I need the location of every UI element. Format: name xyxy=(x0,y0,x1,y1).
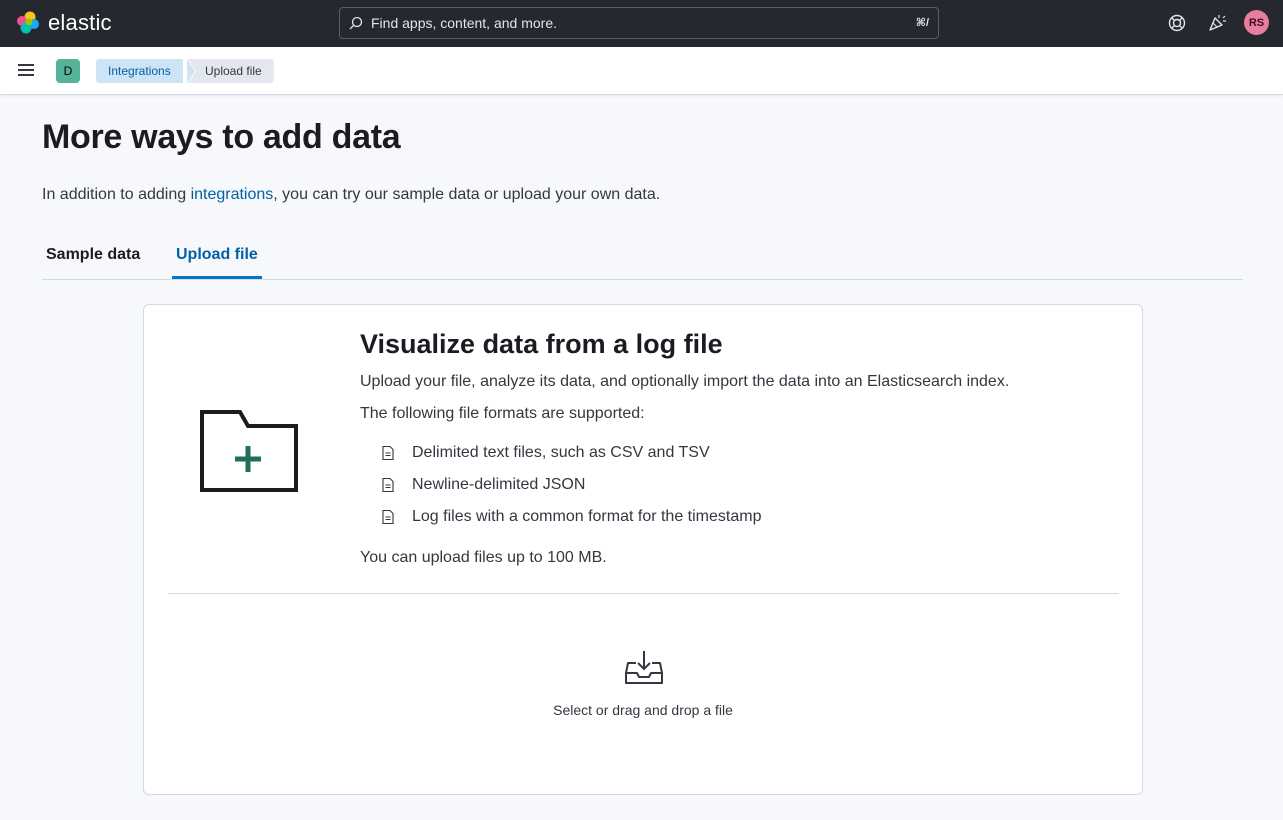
brand-name: elastic xyxy=(48,10,112,35)
elastic-logo[interactable]: elastic xyxy=(16,11,112,35)
hamburger-menu-icon[interactable] xyxy=(16,62,40,80)
global-search[interactable]: ⌘/ xyxy=(339,7,939,39)
list-item: Newline-delimited JSON xyxy=(380,475,585,495)
breadcrumb-bar: D Integrations Upload file xyxy=(0,47,1283,95)
page-intro: In addition to adding integrations, you … xyxy=(42,186,660,204)
document-icon xyxy=(382,445,394,461)
breadcrumb-integrations[interactable]: Integrations xyxy=(96,59,183,83)
breadcrumb-upload-file: Upload file xyxy=(188,59,274,83)
intro-text-end: , you can try our sample data or upload … xyxy=(273,186,661,203)
list-item: Delimited text files, such as CSV and TS… xyxy=(380,443,710,463)
document-icon xyxy=(382,509,394,525)
elastic-logo-icon xyxy=(17,11,39,34)
format-label: Newline-delimited JSON xyxy=(412,476,586,493)
file-import-icon[interactable] xyxy=(625,649,663,685)
format-label: Log files with a common format for the t… xyxy=(412,508,762,525)
help-lifebuoy-icon[interactable] xyxy=(1167,13,1187,33)
panel-description: Upload your file, analyze its data, and … xyxy=(360,373,1010,390)
global-header: elastic ⌘/ RS xyxy=(0,0,1283,47)
page-title: More ways to add data xyxy=(42,118,401,156)
space-avatar[interactable]: D xyxy=(56,59,80,83)
list-item: Log files with a common format for the t… xyxy=(380,507,761,527)
formats-intro: The following file formats are supported… xyxy=(360,405,645,422)
format-label: Delimited text files, such as CSV and TS… xyxy=(412,444,710,461)
upload-panel: Visualize data from a log file Upload yo… xyxy=(143,304,1143,795)
document-icon xyxy=(382,477,394,493)
folder-add-icon xyxy=(200,410,298,492)
file-size-limit: You can upload files up to 100 MB. xyxy=(360,549,607,566)
search-icon xyxy=(349,16,363,30)
tab-bar: Sample data Upload file xyxy=(42,233,1243,280)
intro-text-start: In addition to adding xyxy=(42,186,191,203)
newsfeed-cheer-icon[interactable] xyxy=(1207,13,1227,33)
user-avatar[interactable]: RS xyxy=(1244,10,1269,35)
panel-title: Visualize data from a log file xyxy=(360,329,723,359)
divider xyxy=(168,593,1119,594)
tab-sample-data[interactable]: Sample data xyxy=(42,233,144,279)
search-shortcut: ⌘/ xyxy=(915,17,929,29)
file-drop-zone-label[interactable]: Select or drag and drop a file xyxy=(144,702,1142,718)
integrations-link[interactable]: integrations xyxy=(191,186,274,203)
tab-upload-file[interactable]: Upload file xyxy=(172,233,262,279)
search-input[interactable] xyxy=(371,8,911,38)
